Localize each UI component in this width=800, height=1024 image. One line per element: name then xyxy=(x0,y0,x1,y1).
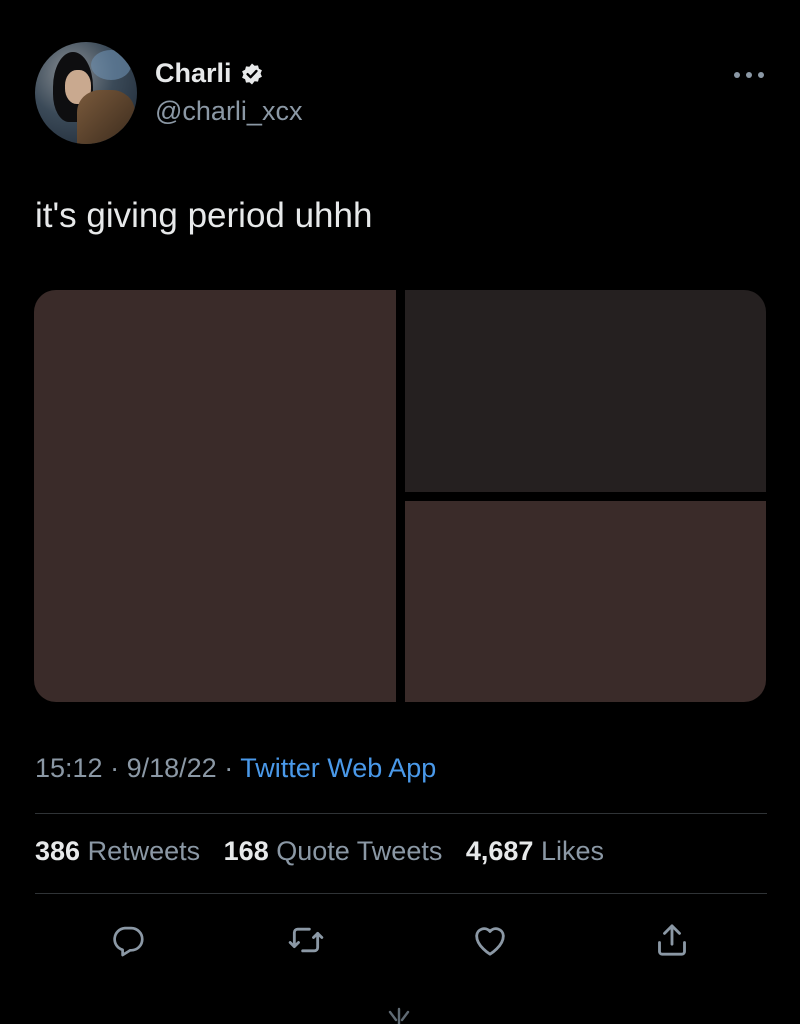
more-dots xyxy=(734,72,764,78)
tweet-date[interactable]: 9/18/22 xyxy=(127,753,217,783)
author-name-row[interactable]: Charli xyxy=(155,58,264,89)
retweets-label: Retweets xyxy=(87,836,201,866)
media-image-2[interactable] xyxy=(405,290,766,492)
divider xyxy=(35,893,767,894)
tweet-time[interactable]: 15:12 xyxy=(35,753,103,783)
avatar[interactable] xyxy=(35,42,137,144)
likes-label: Likes xyxy=(540,836,604,866)
share-button[interactable] xyxy=(650,918,694,962)
retweet-icon xyxy=(288,927,324,953)
quote-tweets-stat[interactable]: 168 Quote Tweets xyxy=(224,836,443,866)
loading-spinner-icon xyxy=(388,1007,410,1024)
user-handle[interactable]: @charli_xcx xyxy=(155,96,302,127)
avatar-background xyxy=(91,50,131,80)
quote-tweets-label: Quote Tweets xyxy=(276,836,443,866)
meta-separator: · xyxy=(110,753,127,783)
reply-button[interactable] xyxy=(106,918,150,962)
like-button[interactable] xyxy=(468,918,512,962)
share-icon xyxy=(658,924,686,956)
retweets-count: 386 xyxy=(35,836,81,866)
likes-stat[interactable]: 4,687 Likes xyxy=(466,836,604,866)
tweet-text: it's giving period uhhh xyxy=(35,196,373,235)
media-grid xyxy=(34,290,766,702)
tweet-meta: 15:12 · 9/18/22 · Twitter Web App xyxy=(35,753,436,784)
divider xyxy=(35,813,767,814)
media-image-1[interactable] xyxy=(34,290,396,702)
display-name[interactable]: Charli xyxy=(155,58,232,89)
reply-icon xyxy=(113,926,144,957)
heart-icon xyxy=(475,927,505,956)
tweet-source-link[interactable]: Twitter Web App xyxy=(240,753,436,783)
quote-tweets-count: 168 xyxy=(223,836,269,866)
avatar-body xyxy=(77,90,135,144)
tweet-stats: 386 Retweets 168 Quote Tweets 4,687 Like… xyxy=(35,836,620,867)
retweet-button[interactable] xyxy=(284,918,328,962)
meta-separator: · xyxy=(224,753,241,783)
verified-badge-icon xyxy=(241,63,262,84)
retweets-stat[interactable]: 386 Retweets xyxy=(35,836,200,866)
more-horizontal-icon[interactable] xyxy=(733,60,765,90)
media-image-3[interactable] xyxy=(405,501,766,702)
likes-count: 4,687 xyxy=(465,836,534,866)
action-bar xyxy=(0,918,800,962)
